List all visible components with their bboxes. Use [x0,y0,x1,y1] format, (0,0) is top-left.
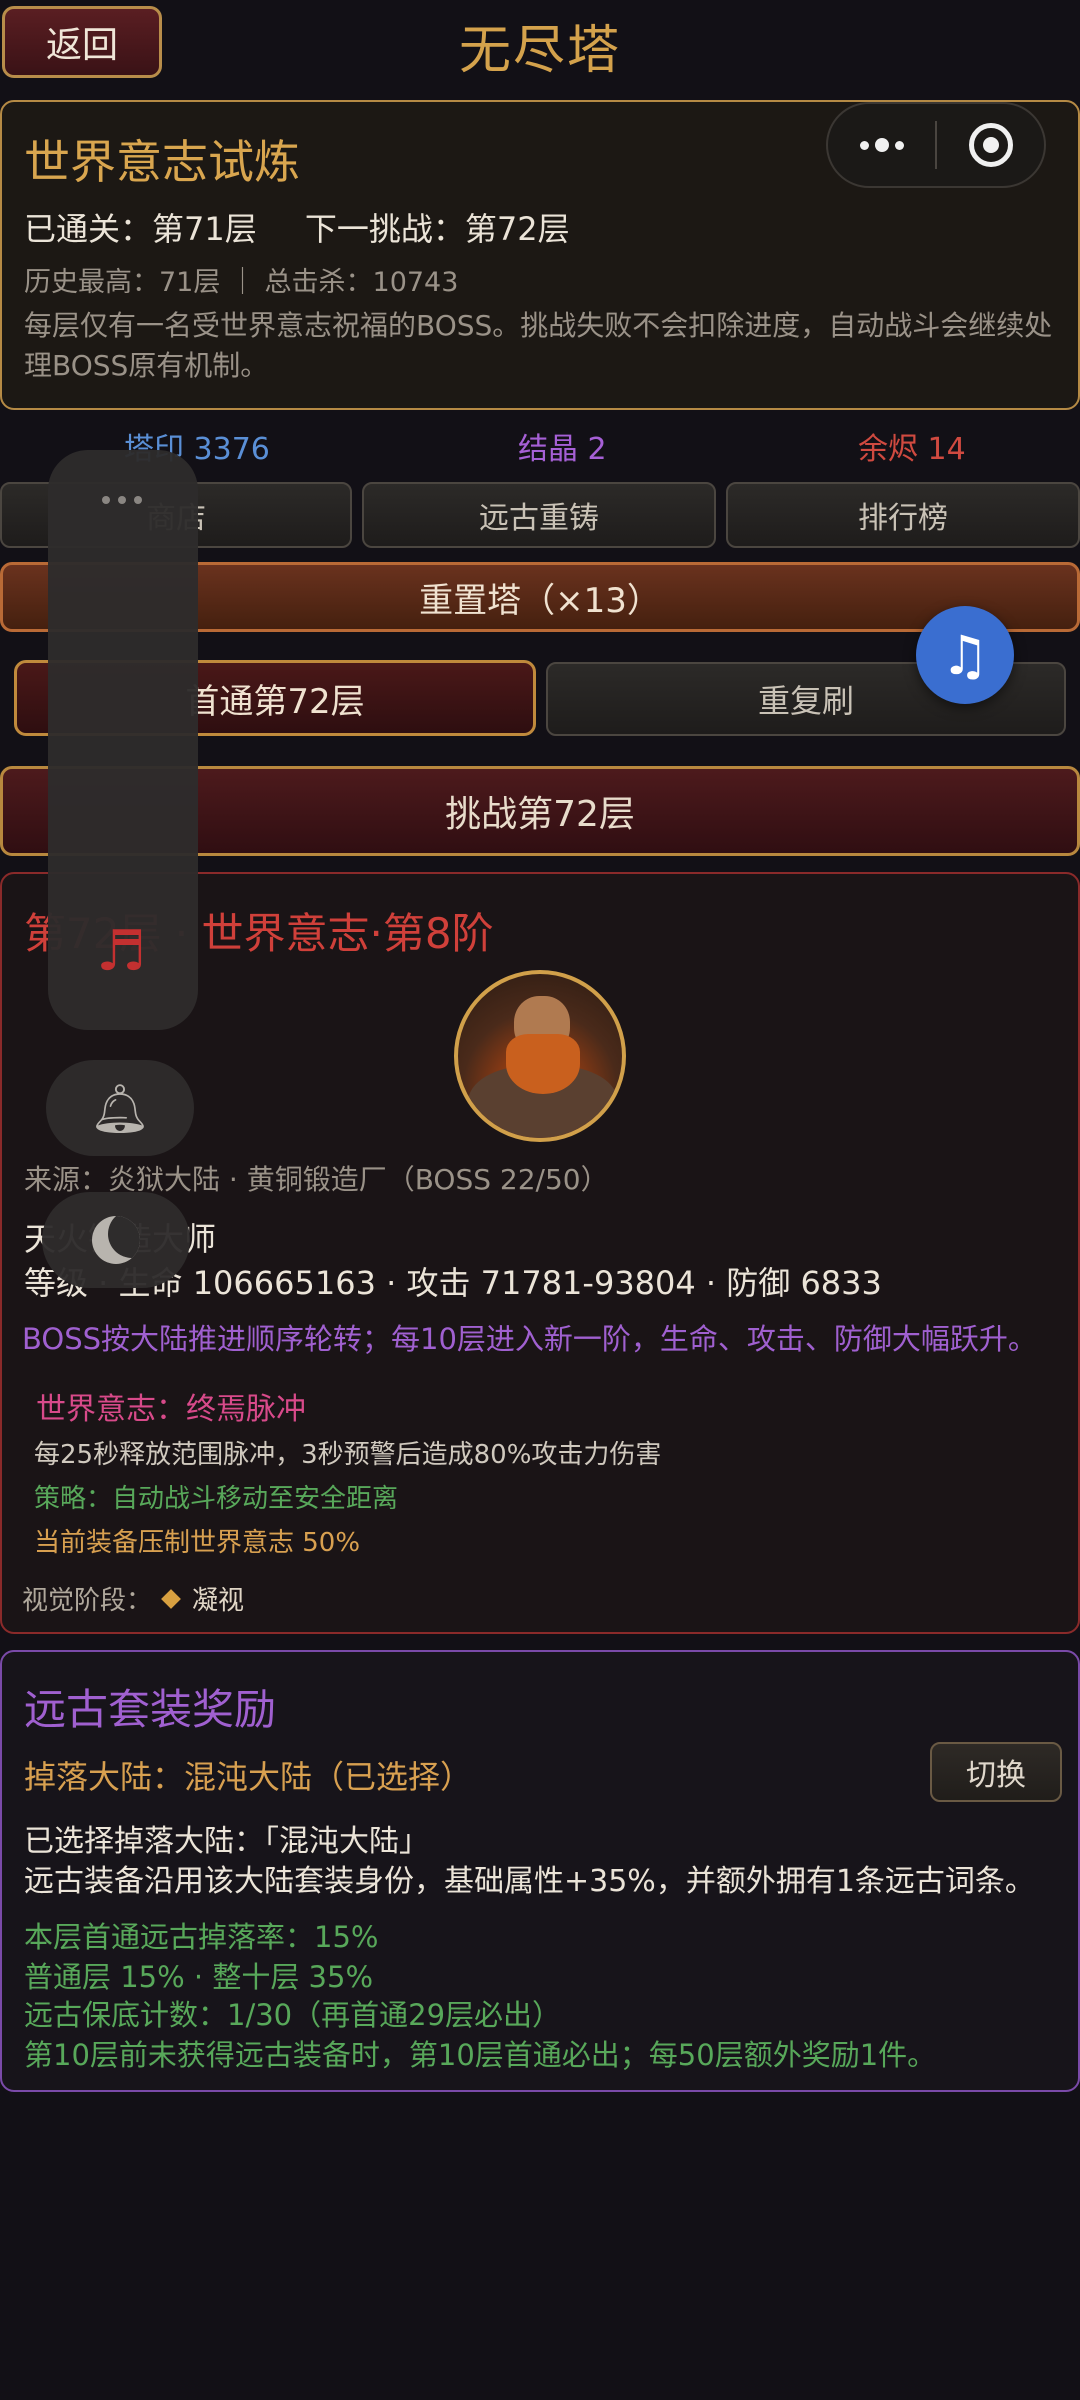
trial-title: 世界意志试炼 [24,135,300,189]
currency-crystal: 结晶 2 [518,432,607,467]
selected-continent: 已选择掉落大陆：「混沌大陆」 [24,1824,429,1859]
more-dots-icon [859,138,904,152]
visual-stage-value: 凝视 [192,1586,245,1616]
reward-note: 第10层前未获得远古装备时，第10层首通必出；每50层额外奖励1件。 [24,2038,937,2072]
target-close-icon [968,123,1013,167]
trial-history: 历史最高：71层 ｜ 总击杀：10743 [24,267,459,298]
reward-card: 远古套装奖励 掉落大陆：混沌大陆（已选择） 切换 已选择掉落大陆：「混沌大陆」 … [0,1650,1080,2092]
more-button[interactable] [828,104,935,186]
suppress-text: 当前装备压制世界意志 50% [34,1528,361,1558]
boss-portrait [454,970,626,1142]
moon-icon [92,1216,140,1264]
leaderboard-button[interactable]: 排行榜 [726,482,1080,548]
reforge-button[interactable]: 远古重铸 [362,482,716,548]
close-button[interactable] [937,104,1044,186]
music-button[interactable]: ♫ [916,606,1014,704]
more-dots-icon[interactable] [102,496,142,504]
trial-progress: 已通关：第71层 下一挑战：第72层 [24,204,608,250]
next-floor: 下一挑战：第72层 [304,210,570,248]
pity-counter: 远古保底计数：1/30（再首通29层必出） [24,1998,562,2032]
currency-ember: 余烬 14 [858,432,966,467]
diamond-icon [161,1588,181,1609]
drop-continent: 掉落大陆：混沌大陆（已选择） [24,1758,473,1796]
bell-icon: 🔔︎ [89,1080,151,1137]
boss-rotation-note: BOSS按大陆推进顺序轮转；每10层进入新一阶，生命、攻击、防御大幅跃升。 [22,1322,1037,1356]
strategy-text: 策略：自动战斗移动至安全距离 [34,1484,399,1514]
visual-stage: 视觉阶段： 凝视 [22,1580,244,1617]
visual-stage-label: 视觉阶段： [22,1586,153,1616]
first-clear-rate: 本层首通远古掉落率：15% [24,1920,379,1954]
capsule-menu [826,102,1046,188]
cleared-floor: 已通关：第71层 [24,210,257,248]
world-will-title: 世界意志：终焉脉冲 [36,1392,306,1427]
reward-description: 远古装备沿用该大陆套装身份，基础属性+35%，并额外拥有1条远古词条。 [24,1864,1035,1899]
music-note-icon[interactable]: ♬ [96,924,146,980]
trial-description: 每层仅有一名受世界意志祝福的BOSS。挑战失败不会扣除进度，自动战斗会继续处理B… [24,309,1053,382]
switch-button[interactable]: 切换 [930,1742,1062,1802]
bell-button[interactable]: 🔔︎ [46,1060,194,1156]
floor-rates: 普通层 15% · 整十层 35% [24,1960,374,1994]
floating-panel[interactable]: ♬ [48,450,198,1030]
reward-title: 远古套装奖励 [24,1685,277,1734]
world-will-description: 每25秒释放范围脉冲，3秒预警后造成80%攻击力伤害 [34,1440,662,1470]
dark-mode-button[interactable] [42,1192,190,1288]
page-title: 无尽塔 [458,21,621,81]
music-note-icon: ♫ [940,623,990,687]
